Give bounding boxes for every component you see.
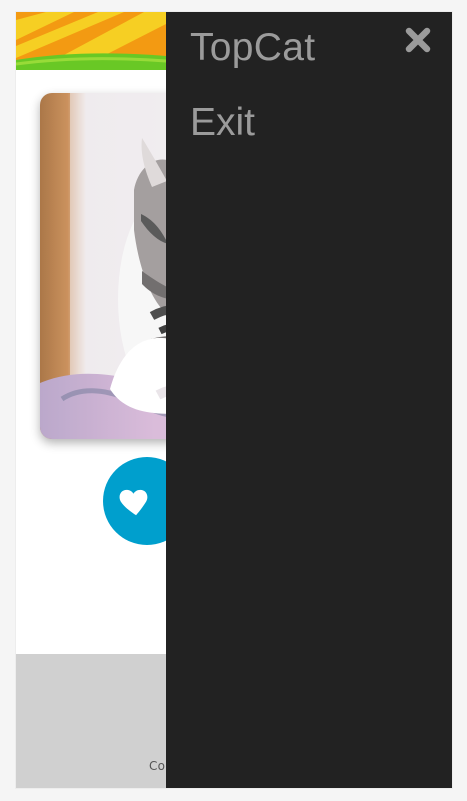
drawer-menu: Exit <box>190 101 255 145</box>
close-button[interactable] <box>404 26 432 54</box>
heart-icon <box>119 489 148 516</box>
drawer-menu-item-exit[interactable]: Exit <box>190 101 255 145</box>
footer-text: Co <box>149 759 166 773</box>
drawer-title: TopCat <box>190 26 316 69</box>
close-icon <box>405 27 431 53</box>
side-drawer: TopCat Exit <box>166 12 452 788</box>
header-banner-graphic <box>16 12 166 70</box>
header-banner <box>16 12 166 70</box>
